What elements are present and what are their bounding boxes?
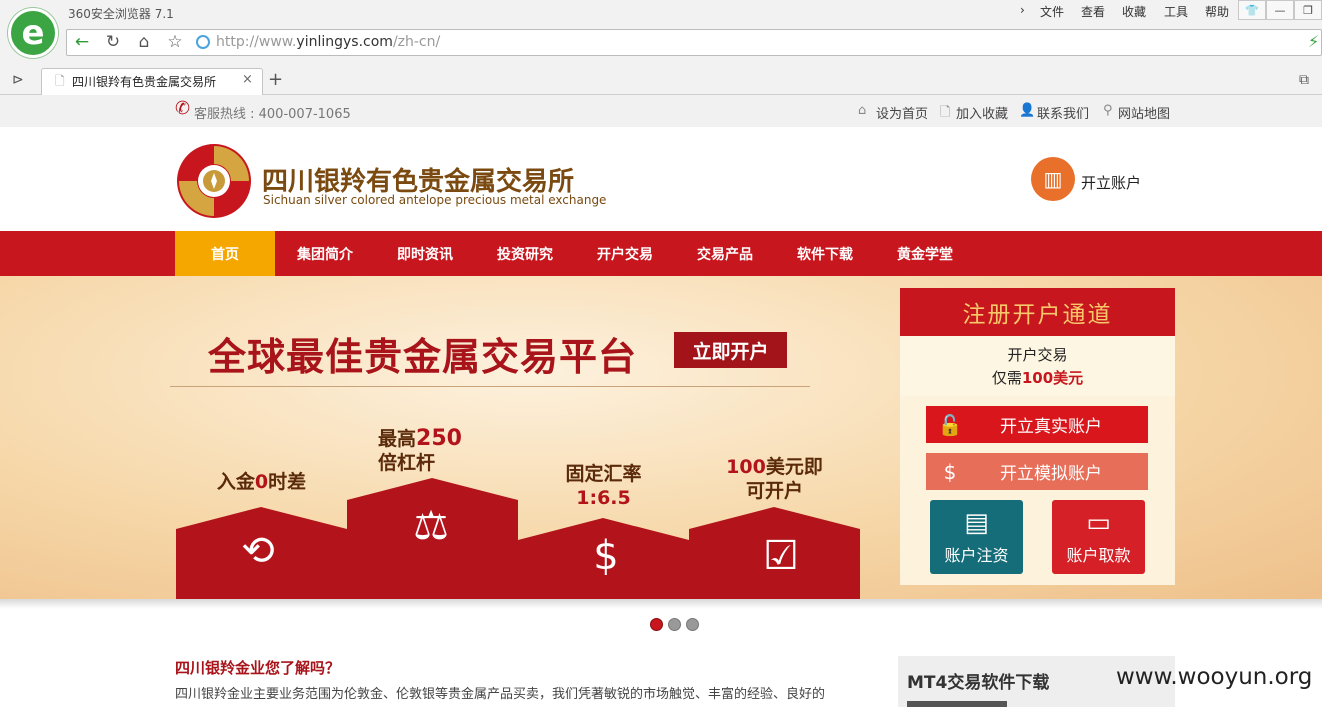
refresh-button[interactable]: ↻ [100, 31, 126, 53]
slide-dot-1[interactable] [650, 618, 663, 631]
menu-help[interactable]: 帮助 [1205, 3, 1229, 20]
deposit-button[interactable]: ▤ 账户注资 [930, 500, 1023, 574]
nav-products[interactable]: 交易产品 [675, 231, 775, 276]
feature-text-1: 入金0时差 [216, 471, 307, 493]
nav-research[interactable]: 投资研究 [475, 231, 575, 276]
menu-view[interactable]: 查看 [1081, 3, 1105, 20]
url-text[interactable]: http://www.yinlingys.com/zh-cn/ [216, 34, 440, 50]
open-account-icon[interactable]: ▥ [1031, 157, 1075, 201]
sidebar-toggle-icon[interactable]: ⊳ [12, 72, 24, 88]
scale-icon: ⚖ [413, 503, 449, 549]
nav-news[interactable]: 即时资讯 [375, 231, 475, 276]
banner-open-button[interactable]: 立即开户 [674, 332, 787, 368]
site-globe-icon [196, 35, 210, 49]
about-text: 四川银羚金业主要业务范围为伦敦金、伦敦银等贵金属产品买卖，我们凭著敏锐的市场触觉… [175, 687, 826, 702]
exchange-logo-icon[interactable] [175, 142, 253, 220]
home-icon: ⌂ [858, 103, 867, 118]
nav-group-intro[interactable]: 集团简介 [275, 231, 375, 276]
feature-text-3: 固定汇率 1:6.5 [565, 463, 642, 509]
nav-home[interactable]: 首页 [175, 231, 275, 276]
withdraw-button[interactable]: ▭ 账户取款 [1052, 500, 1145, 574]
set-homepage-link[interactable]: 设为首页 [876, 103, 928, 122]
watermark-text: www.wooyun.org [1116, 664, 1313, 690]
unlock-icon: 🔓 [937, 412, 963, 437]
speed-icon: ⚡ [1308, 32, 1320, 51]
new-tab-button[interactable]: + [268, 69, 283, 90]
mt4-title[interactable]: MT4交易软件下载 [907, 668, 1049, 693]
money-bag-icon: $ [593, 533, 619, 579]
tab-title: 四川银羚有色贵金属交易所 [72, 75, 217, 89]
withdraw-icon: ▭ [1086, 508, 1111, 538]
deposit-icon: ▤ [964, 508, 989, 538]
open-real-account-button[interactable]: 🔓 开立真实账户 [926, 406, 1148, 443]
bookmark-icon: 🗋 [940, 105, 951, 120]
slide-dot-2[interactable] [668, 618, 681, 631]
checkbox-icon: ☑ [763, 533, 799, 579]
banner-shadow [0, 599, 1322, 609]
url-suffix: /zh-cn/ [392, 34, 441, 50]
tab-close-icon[interactable]: × [242, 72, 253, 87]
hotline-text: 客服热线 : 400-007-1065 [194, 107, 351, 122]
open-demo-account-button[interactable]: $ 开立模拟账户 [926, 453, 1148, 490]
about-title[interactable]: 四川银羚金业您了解吗？ [175, 657, 340, 678]
minimize-button[interactable]: — [1266, 0, 1294, 20]
page-icon: 🗋 [55, 74, 65, 88]
mt4-bar [907, 701, 1007, 707]
back-arrow-icon[interactable]: ← [69, 31, 95, 53]
feature-text-4: 100美元即 可开户 [726, 456, 823, 502]
register-sub1: 开户交易 [1007, 346, 1068, 364]
favorite-star-button[interactable]: ☆ [162, 31, 188, 53]
maximize-button[interactable]: ❐ [1294, 0, 1322, 20]
menu-favorites[interactable]: 收藏 [1122, 3, 1146, 20]
money-bag-small-icon: $ [943, 459, 957, 484]
logo-english-name: Sichuan silver colored antelope precious… [263, 193, 607, 207]
sitemap-link[interactable]: 网站地图 [1118, 103, 1170, 122]
feature-text-2: 最高250 倍杠杆 [378, 426, 462, 475]
menu-tools[interactable]: 工具 [1164, 3, 1188, 20]
phone-icon: ✆ [175, 98, 191, 119]
home-button[interactable]: ⌂ [131, 31, 157, 53]
menu-file[interactable]: 文件 [1040, 3, 1064, 20]
nav-open-trade[interactable]: 开户交易 [575, 231, 675, 276]
zero-delay-icon: ⟲ [241, 528, 275, 574]
register-title: 注册开户通道 [900, 288, 1175, 336]
open-account-link[interactable]: 开立账户 [1081, 172, 1141, 193]
browser-logo-icon: e [8, 8, 58, 58]
tab-list-icon[interactable]: ⧉ [1299, 72, 1309, 88]
register-subtitle: 开户交易 仅需100美元 [900, 336, 1175, 396]
url-prefix: http://www. [216, 34, 297, 50]
skin-icon[interactable]: 👕 [1238, 0, 1266, 20]
map-pin-icon: ⚲ [1103, 103, 1113, 118]
banner-divider [170, 386, 810, 387]
register-sub2: 仅需100美元 [991, 369, 1084, 387]
url-domain: yinlingys.com [296, 34, 393, 50]
slide-dot-3[interactable] [686, 618, 699, 631]
menu-chevron-icon[interactable]: › [1020, 3, 1025, 17]
contact-icon: 👤 [1019, 103, 1036, 118]
browser-app-name: 360安全浏览器 7.1 [68, 7, 174, 21]
add-favorite-link[interactable]: 加入收藏 [956, 103, 1008, 122]
banner-slogan: 全球最佳贵金属交易平台 [208, 335, 638, 379]
nav-software[interactable]: 软件下载 [775, 231, 875, 276]
nav-gold-school[interactable]: 黄金学堂 [875, 231, 975, 276]
contact-us-link[interactable]: 联系我们 [1037, 103, 1089, 122]
